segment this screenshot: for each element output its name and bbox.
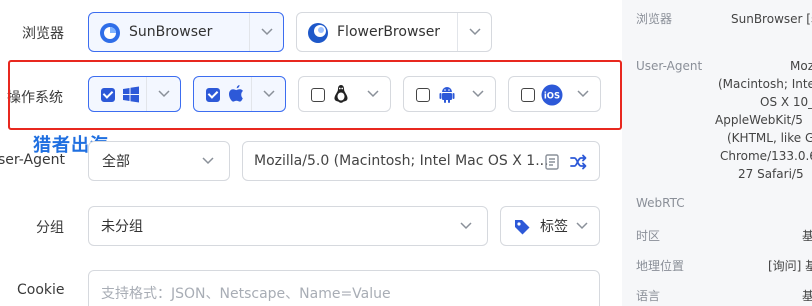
group-select[interactable]: 未分组 [88,206,488,246]
group-label: 分组 [36,220,64,236]
browser-label: 浏览器 [22,26,64,42]
summary-webrtc-key: WebRTC [636,196,685,210]
chevron-down-icon[interactable] [457,13,491,51]
ua-scope-value: 全部 [102,154,130,170]
sunbrowser-logo-icon [99,22,121,48]
summary-ua-line: (Macintosh; Inte [718,77,812,91]
summary-ua-key: User-Agent [636,59,703,73]
sunbrowser-option[interactable]: SunBrowser [88,12,284,52]
cookie-placeholder: 支持格式：JSON、Netscape、Name=Value [101,286,391,302]
flowerbrowser-label: FlowerBrowser [337,24,441,40]
summary-ua-line: (KHTML, like G [727,131,812,145]
summary-ua-line: OS X 10_ [760,95,812,109]
summary-ua-line: Mozill [790,59,812,73]
chevron-down-icon[interactable] [565,207,599,245]
flowerbrowser-logo-icon [307,22,329,48]
user-agent-label: ser-Agent [0,152,65,168]
document-icon[interactable] [545,154,559,174]
summary-timezone-key: 时区 [636,229,661,243]
os-highlight-frame [8,60,622,130]
group-value: 未分组 [101,219,143,235]
summary-browser-key: 浏览器 [636,12,673,26]
tag-icon [513,218,531,240]
summary-geo-key: 地理位置 [636,259,685,273]
cookie-label: Cookie [17,282,65,298]
summary-timezone-value: 基 [802,229,812,243]
ua-value-text: Mozilla/5.0 (Macintosh; Intel Mac OS X 1… [254,153,549,169]
summary-geo-value: [询问] 基 [768,259,812,273]
ua-value-field[interactable]: Mozilla/5.0 (Macintosh; Intel Mac OS X 1… [242,141,600,181]
shuffle-icon[interactable] [570,154,587,174]
summary-ua-line: 27 Safari/5 [738,167,804,181]
tag-label: 标签 [540,219,568,235]
chevron-down-icon[interactable] [191,142,225,180]
chevron-down-icon[interactable] [449,207,483,245]
flowerbrowser-option[interactable]: FlowerBrowser [296,12,492,52]
tag-select[interactable]: 标签 [500,206,600,246]
summary-language-value: 基 [802,289,812,303]
chevron-down-icon[interactable] [249,13,283,51]
summary-ua-line: AppleWebKit/5 [715,113,803,127]
summary-sidebar: 浏览器 SunBrowser [着 User-Agent Mozill (Mac… [622,0,812,306]
summary-browser-value: SunBrowser [着 [731,12,812,26]
summary-ua-line: Chrome/133.0.6 [720,149,812,163]
summary-language-key: 语言 [636,289,661,303]
cookie-field[interactable]: 支持格式：JSON、Netscape、Name=Value [88,270,600,306]
ua-scope-select[interactable]: 全部 [88,141,230,181]
sunbrowser-label: SunBrowser [129,24,213,40]
